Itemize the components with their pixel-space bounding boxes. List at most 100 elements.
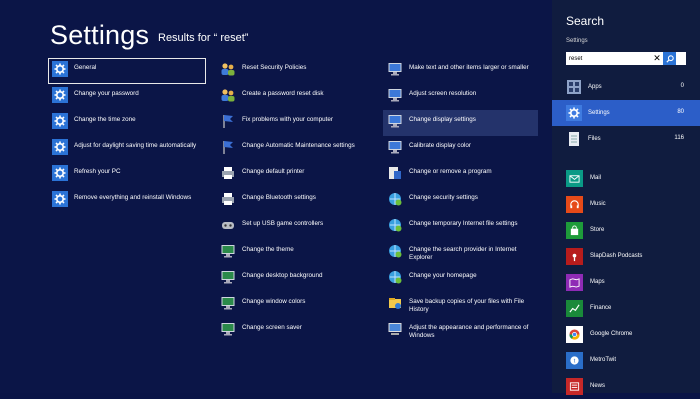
search-icon[interactable]: [663, 52, 676, 65]
scope-count: 80: [677, 109, 684, 115]
result-fix-problems-with-your-computer[interactable]: Fix problems with your computer: [216, 110, 376, 136]
result-set-up-usb-game-controllers[interactable]: Set up USB game controllers: [216, 214, 376, 240]
result-label: Change the time zone: [74, 116, 136, 123]
result-adjust-screen-resolution[interactable]: Adjust screen resolution: [383, 84, 538, 110]
map-icon: [566, 273, 583, 291]
result-label: Change the theme: [242, 246, 294, 253]
result-label: Change temporary Internet file settings: [409, 220, 518, 227]
internet-options-icon: [387, 191, 403, 207]
result-label: Save backup copies of your files with Fi…: [409, 298, 525, 313]
result-label: Fix problems with your computer: [242, 116, 333, 123]
search-box: ✕: [566, 52, 686, 65]
result-reset-security-policies[interactable]: Reset Security Policies: [216, 58, 376, 84]
scope-files[interactable]: Files 116: [552, 126, 700, 152]
results-column-2: Reset Security Policies Create a password…: [216, 58, 376, 344]
result-change-your-homepage[interactable]: Change your homepage: [383, 266, 538, 292]
result-label: Adjust for daylight saving time automati…: [74, 142, 197, 149]
monitor-icon: [220, 269, 236, 285]
app-label: Music: [590, 201, 606, 207]
result-change-window-colors[interactable]: Change window colors: [216, 292, 376, 318]
gamepad-icon: [220, 217, 236, 233]
headphones-icon: [566, 195, 583, 213]
printer-icon: [220, 191, 236, 207]
result-label: Refresh your PC: [74, 168, 121, 175]
scope-settings[interactable]: Settings 80: [552, 100, 700, 126]
file-history-icon: [387, 295, 403, 311]
app-mail[interactable]: Mail: [552, 165, 700, 191]
result-change-desktop-background[interactable]: Change desktop background: [216, 266, 376, 292]
search-pane-title: Search: [566, 14, 605, 28]
results-area: Settings Results for “ reset” General Cha…: [0, 0, 552, 393]
result-label: Change default printer: [242, 168, 305, 175]
scope-apps[interactable]: Apps 0: [552, 74, 700, 100]
result-change-automatic-maintenance-settings[interactable]: Change Automatic Maintenance settings: [216, 136, 376, 162]
result-change-or-remove-a-program[interactable]: Change or remove a program: [383, 162, 538, 188]
result-change-bluetooth-settings[interactable]: Change Bluetooth settings: [216, 188, 376, 214]
app-label: Maps: [590, 279, 605, 285]
results-column-1: General Change your password Change the ti…: [48, 58, 206, 214]
result-change-your-password[interactable]: Change your password: [48, 84, 206, 110]
app-finance[interactable]: Finance: [552, 295, 700, 321]
result-label: Change your homepage: [409, 272, 477, 279]
app-label: Mail: [590, 175, 602, 181]
result-adjust-for-daylight-saving-time-automatically[interactable]: Adjust for daylight saving time automati…: [48, 136, 206, 162]
files-icon: [566, 131, 582, 147]
display-icon: [387, 61, 403, 77]
mail-icon: [566, 169, 583, 187]
monitor-icon: [220, 295, 236, 311]
result-calibrate-display-color[interactable]: Calibrate display color: [383, 136, 538, 162]
result-change-screen-saver[interactable]: Change screen saver: [216, 318, 376, 344]
app-store[interactable]: Store: [552, 217, 700, 243]
app-news[interactable]: News: [552, 373, 700, 399]
scope-label: Settings: [588, 110, 610, 116]
shopping-bag-icon: [566, 221, 583, 239]
result-change-the-search-provider-in-internet-explorer[interactable]: Change the search provider in Internet E…: [383, 240, 538, 266]
users-icon: [220, 61, 236, 77]
result-label: Calibrate display color: [409, 142, 471, 149]
app-metrotwit[interactable]: t MetroTwit: [552, 347, 700, 373]
gear-icon: [52, 61, 68, 77]
monitor-icon: [220, 321, 236, 337]
result-label: Change desktop background: [242, 272, 323, 279]
result-change-temporary-internet-file-settings[interactable]: Change temporary Internet file settings: [383, 214, 538, 240]
app-label: Store: [590, 227, 605, 233]
clear-icon[interactable]: ✕: [651, 52, 663, 65]
app-music[interactable]: Music: [552, 191, 700, 217]
search-input[interactable]: [566, 53, 651, 64]
results-column-3: Make text and other items larger or smal…: [383, 58, 538, 344]
search-pane: Search Settings ✕ Apps 0 Settings 80 Files 11…: [552, 0, 700, 395]
result-refresh-your-pc[interactable]: Refresh your PC: [48, 162, 206, 188]
scope-label: Apps: [588, 84, 602, 90]
result-change-the-time-zone[interactable]: Change the time zone: [48, 110, 206, 136]
result-create-a-password-reset-disk[interactable]: Create a password reset disk: [216, 84, 376, 110]
result-general[interactable]: General: [48, 58, 206, 84]
result-label: Change Bluetooth settings: [242, 194, 316, 201]
display-icon: [387, 113, 403, 129]
result-label: Change or remove a program: [409, 168, 492, 175]
app-slapdash-podcasts[interactable]: SlapDash Podcasts: [552, 243, 700, 269]
result-label: Set up USB game controllers: [242, 220, 324, 227]
result-label: Create a password reset disk: [242, 90, 324, 97]
result-label: Change window colors: [242, 298, 306, 305]
result-remove-everything-and-reinstall-windows[interactable]: Remove everything and reinstall Windows: [48, 188, 206, 214]
result-change-the-theme[interactable]: Change the theme: [216, 240, 376, 266]
flag-icon: [220, 113, 236, 129]
result-change-default-printer[interactable]: Change default printer: [216, 162, 376, 188]
monitor-icon: [220, 243, 236, 259]
result-label: Change your password: [74, 90, 139, 97]
app-maps[interactable]: Maps: [552, 269, 700, 295]
result-change-security-settings[interactable]: Change security settings: [383, 188, 538, 214]
printer-icon: [220, 165, 236, 181]
computer-icon: [387, 321, 403, 337]
internet-options-icon: [387, 217, 403, 233]
gear-icon: [52, 139, 68, 155]
gear-icon: [52, 165, 68, 181]
result-make-text-and-other-items-larger-or-smaller[interactable]: Make text and other items larger or smal…: [383, 58, 538, 84]
podcast-icon: [566, 247, 583, 265]
result-adjust-the-appearance-and-performance-of-windows[interactable]: Adjust the appearance and performance of…: [383, 318, 538, 344]
app-google-chrome[interactable]: Google Chrome: [552, 321, 700, 347]
scope-count: 0: [680, 83, 684, 89]
page-title: Settings: [50, 20, 150, 50]
result-save-backup-copies-of-your-files-with-file-history[interactable]: Save backup copies of your files with Fi…: [383, 292, 538, 318]
result-change-display-settings[interactable]: Change display settings: [383, 110, 538, 136]
